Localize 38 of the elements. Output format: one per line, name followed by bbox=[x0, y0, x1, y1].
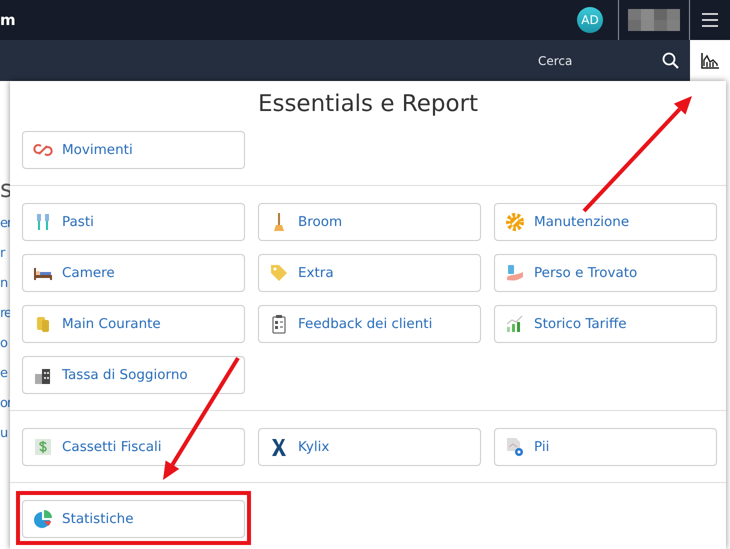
reports-button[interactable] bbox=[690, 40, 730, 81]
report-button[interactable]: Kylix bbox=[258, 428, 481, 466]
bar-chart-icon bbox=[505, 314, 525, 334]
dollar-icon bbox=[33, 437, 53, 457]
chart-icon bbox=[701, 52, 719, 68]
report-button[interactable]: Manutenzione bbox=[494, 203, 717, 241]
report-button[interactable]: Storico Tariffe bbox=[494, 305, 717, 343]
report-button[interactable]: Feedback dei clienti bbox=[258, 305, 481, 343]
page-text: r bbox=[0, 246, 6, 262]
avatar[interactable]: AD bbox=[577, 7, 603, 33]
search-button[interactable] bbox=[662, 52, 679, 69]
report-button[interactable]: Perso e Trovato bbox=[494, 254, 717, 292]
report-button[interactable]: Extra bbox=[258, 254, 481, 292]
report-button[interactable]: Camere bbox=[22, 254, 245, 292]
search-icon bbox=[662, 52, 679, 69]
page-text: o bbox=[0, 336, 8, 352]
tag-icon bbox=[269, 263, 289, 283]
report-button[interactable]: Tassa di Soggiorno bbox=[22, 356, 245, 394]
search-label: Cerca bbox=[538, 54, 574, 68]
document-gear-icon bbox=[505, 437, 525, 457]
report-button[interactable]: Cassetti Fiscali bbox=[22, 428, 245, 466]
report-button[interactable]: Pii bbox=[494, 428, 717, 466]
pie-chart-icon bbox=[33, 509, 53, 529]
report-button[interactable]: Movimenti bbox=[22, 131, 245, 169]
report-button[interactable]: Main Courante bbox=[22, 305, 245, 343]
blurred-account-name bbox=[628, 9, 680, 31]
report-button[interactable]: Pasti bbox=[22, 203, 245, 241]
gear-icon bbox=[505, 212, 525, 232]
report-button[interactable]: Statistiche bbox=[22, 500, 245, 538]
panel-title: Essentials e Report bbox=[256, 90, 480, 119]
x-logo-icon bbox=[269, 437, 289, 457]
page-text: u bbox=[0, 426, 8, 442]
hand-icon bbox=[505, 263, 525, 283]
menu-icon bbox=[702, 13, 718, 27]
page-text: e bbox=[0, 366, 8, 382]
app-title: m bbox=[0, 11, 17, 29]
report-button[interactable]: Broom bbox=[258, 203, 481, 241]
page-text: n bbox=[0, 276, 8, 292]
